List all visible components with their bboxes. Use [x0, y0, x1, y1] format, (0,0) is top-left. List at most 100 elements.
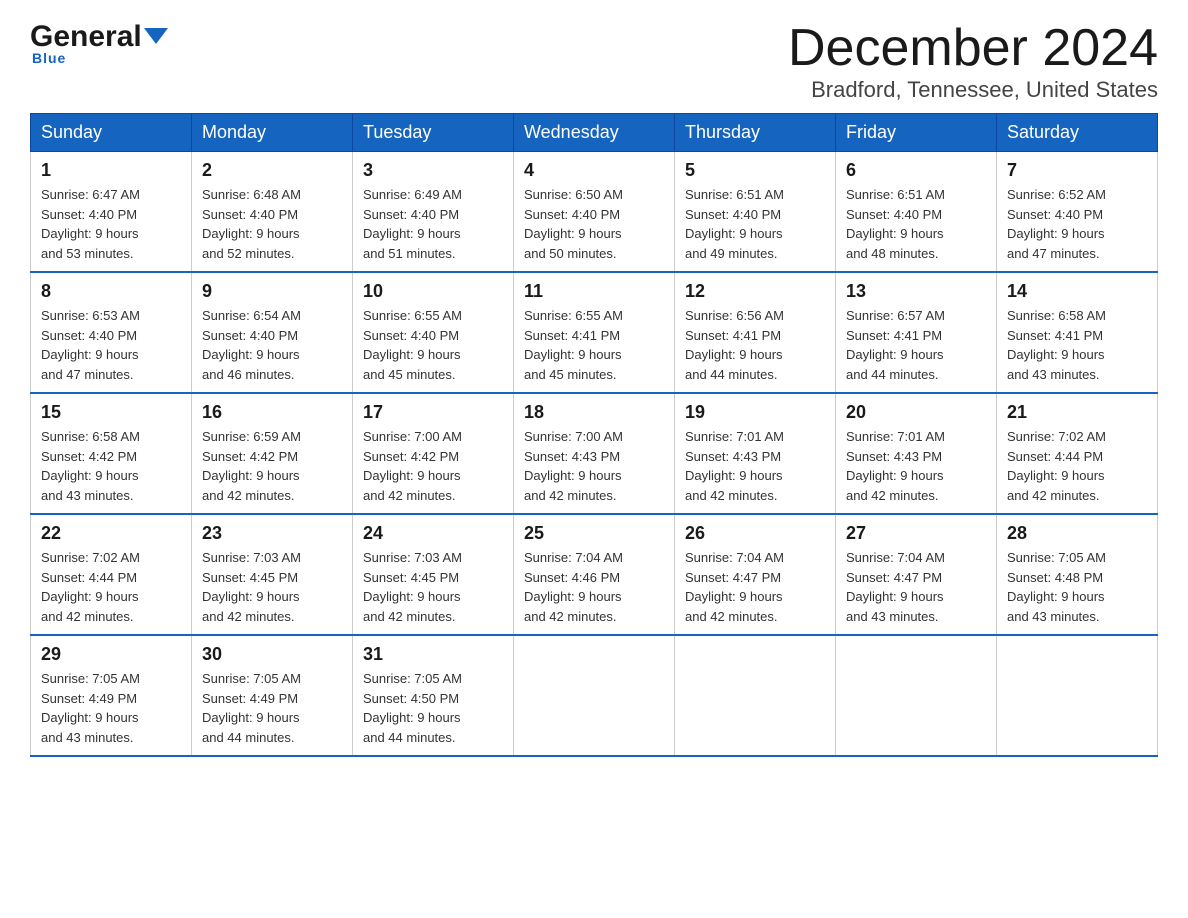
calendar-body: 1 Sunrise: 6:47 AM Sunset: 4:40 PM Dayli… — [31, 152, 1158, 757]
title-block: December 2024 Bradford, Tennessee, Unite… — [788, 20, 1158, 103]
day-info: Sunrise: 7:05 AM Sunset: 4:48 PM Dayligh… — [1007, 548, 1147, 626]
calendar-week-row: 22 Sunrise: 7:02 AM Sunset: 4:44 PM Dayl… — [31, 514, 1158, 635]
day-number: 20 — [846, 402, 986, 423]
calendar-day-cell: 29 Sunrise: 7:05 AM Sunset: 4:49 PM Dayl… — [31, 635, 192, 756]
day-number: 28 — [1007, 523, 1147, 544]
day-number: 26 — [685, 523, 825, 544]
day-number: 24 — [363, 523, 503, 544]
calendar-week-row: 1 Sunrise: 6:47 AM Sunset: 4:40 PM Dayli… — [31, 152, 1158, 273]
calendar-day-cell: 22 Sunrise: 7:02 AM Sunset: 4:44 PM Dayl… — [31, 514, 192, 635]
day-number: 6 — [846, 160, 986, 181]
calendar-day-cell: 24 Sunrise: 7:03 AM Sunset: 4:45 PM Dayl… — [353, 514, 514, 635]
calendar-day-cell: 4 Sunrise: 6:50 AM Sunset: 4:40 PM Dayli… — [514, 152, 675, 273]
day-number: 4 — [524, 160, 664, 181]
calendar-day-cell: 1 Sunrise: 6:47 AM Sunset: 4:40 PM Dayli… — [31, 152, 192, 273]
calendar-day-cell: 18 Sunrise: 7:00 AM Sunset: 4:43 PM Dayl… — [514, 393, 675, 514]
day-number: 14 — [1007, 281, 1147, 302]
day-number: 19 — [685, 402, 825, 423]
day-info: Sunrise: 7:04 AM Sunset: 4:47 PM Dayligh… — [685, 548, 825, 626]
day-info: Sunrise: 7:02 AM Sunset: 4:44 PM Dayligh… — [1007, 427, 1147, 505]
calendar-day-cell: 21 Sunrise: 7:02 AM Sunset: 4:44 PM Dayl… — [997, 393, 1158, 514]
day-number: 23 — [202, 523, 342, 544]
logo: General Blue — [30, 20, 168, 66]
calendar-day-cell: 15 Sunrise: 6:58 AM Sunset: 4:42 PM Dayl… — [31, 393, 192, 514]
calendar-day-cell: 13 Sunrise: 6:57 AM Sunset: 4:41 PM Dayl… — [836, 272, 997, 393]
day-info: Sunrise: 6:51 AM Sunset: 4:40 PM Dayligh… — [685, 185, 825, 263]
weekday-header-row: Sunday Monday Tuesday Wednesday Thursday… — [31, 114, 1158, 152]
day-info: Sunrise: 7:05 AM Sunset: 4:50 PM Dayligh… — [363, 669, 503, 747]
day-info: Sunrise: 6:54 AM Sunset: 4:40 PM Dayligh… — [202, 306, 342, 384]
day-number: 1 — [41, 160, 181, 181]
day-info: Sunrise: 6:53 AM Sunset: 4:40 PM Dayligh… — [41, 306, 181, 384]
calendar-day-cell: 14 Sunrise: 6:58 AM Sunset: 4:41 PM Dayl… — [997, 272, 1158, 393]
location-title: Bradford, Tennessee, United States — [788, 77, 1158, 103]
day-number: 3 — [363, 160, 503, 181]
page-header: General Blue December 2024 Bradford, Ten… — [30, 20, 1158, 103]
day-number: 27 — [846, 523, 986, 544]
day-number: 9 — [202, 281, 342, 302]
calendar-day-cell: 12 Sunrise: 6:56 AM Sunset: 4:41 PM Dayl… — [675, 272, 836, 393]
day-info: Sunrise: 7:05 AM Sunset: 4:49 PM Dayligh… — [202, 669, 342, 747]
day-info: Sunrise: 6:52 AM Sunset: 4:40 PM Dayligh… — [1007, 185, 1147, 263]
day-info: Sunrise: 7:03 AM Sunset: 4:45 PM Dayligh… — [363, 548, 503, 626]
day-info: Sunrise: 6:57 AM Sunset: 4:41 PM Dayligh… — [846, 306, 986, 384]
calendar-day-cell: 25 Sunrise: 7:04 AM Sunset: 4:46 PM Dayl… — [514, 514, 675, 635]
calendar-day-cell: 8 Sunrise: 6:53 AM Sunset: 4:40 PM Dayli… — [31, 272, 192, 393]
calendar-week-row: 29 Sunrise: 7:05 AM Sunset: 4:49 PM Dayl… — [31, 635, 1158, 756]
day-number: 18 — [524, 402, 664, 423]
calendar-day-cell: 11 Sunrise: 6:55 AM Sunset: 4:41 PM Dayl… — [514, 272, 675, 393]
calendar-day-cell: 19 Sunrise: 7:01 AM Sunset: 4:43 PM Dayl… — [675, 393, 836, 514]
day-number: 31 — [363, 644, 503, 665]
calendar-day-cell: 6 Sunrise: 6:51 AM Sunset: 4:40 PM Dayli… — [836, 152, 997, 273]
day-number: 30 — [202, 644, 342, 665]
day-info: Sunrise: 6:48 AM Sunset: 4:40 PM Dayligh… — [202, 185, 342, 263]
calendar-day-cell: 9 Sunrise: 6:54 AM Sunset: 4:40 PM Dayli… — [192, 272, 353, 393]
day-info: Sunrise: 7:04 AM Sunset: 4:46 PM Dayligh… — [524, 548, 664, 626]
day-info: Sunrise: 6:56 AM Sunset: 4:41 PM Dayligh… — [685, 306, 825, 384]
day-number: 16 — [202, 402, 342, 423]
logo-arrow-icon — [144, 28, 168, 44]
day-info: Sunrise: 6:55 AM Sunset: 4:40 PM Dayligh… — [363, 306, 503, 384]
calendar-day-cell: 17 Sunrise: 7:00 AM Sunset: 4:42 PM Dayl… — [353, 393, 514, 514]
calendar-day-cell: 5 Sunrise: 6:51 AM Sunset: 4:40 PM Dayli… — [675, 152, 836, 273]
calendar-week-row: 8 Sunrise: 6:53 AM Sunset: 4:40 PM Dayli… — [31, 272, 1158, 393]
day-number: 17 — [363, 402, 503, 423]
calendar-day-cell: 16 Sunrise: 6:59 AM Sunset: 4:42 PM Dayl… — [192, 393, 353, 514]
calendar-day-cell: 2 Sunrise: 6:48 AM Sunset: 4:40 PM Dayli… — [192, 152, 353, 273]
day-info: Sunrise: 7:01 AM Sunset: 4:43 PM Dayligh… — [846, 427, 986, 505]
calendar-day-cell: 23 Sunrise: 7:03 AM Sunset: 4:45 PM Dayl… — [192, 514, 353, 635]
calendar-day-cell: 26 Sunrise: 7:04 AM Sunset: 4:47 PM Dayl… — [675, 514, 836, 635]
calendar-day-cell — [836, 635, 997, 756]
day-number: 11 — [524, 281, 664, 302]
day-number: 22 — [41, 523, 181, 544]
day-info: Sunrise: 6:59 AM Sunset: 4:42 PM Dayligh… — [202, 427, 342, 505]
day-number: 8 — [41, 281, 181, 302]
day-info: Sunrise: 6:51 AM Sunset: 4:40 PM Dayligh… — [846, 185, 986, 263]
day-info: Sunrise: 7:04 AM Sunset: 4:47 PM Dayligh… — [846, 548, 986, 626]
day-info: Sunrise: 7:05 AM Sunset: 4:49 PM Dayligh… — [41, 669, 181, 747]
day-info: Sunrise: 7:00 AM Sunset: 4:42 PM Dayligh… — [363, 427, 503, 505]
calendar-day-cell: 31 Sunrise: 7:05 AM Sunset: 4:50 PM Dayl… — [353, 635, 514, 756]
day-number: 12 — [685, 281, 825, 302]
day-number: 5 — [685, 160, 825, 181]
calendar-day-cell — [675, 635, 836, 756]
day-info: Sunrise: 6:58 AM Sunset: 4:41 PM Dayligh… — [1007, 306, 1147, 384]
calendar-day-cell: 28 Sunrise: 7:05 AM Sunset: 4:48 PM Dayl… — [997, 514, 1158, 635]
calendar-day-cell: 30 Sunrise: 7:05 AM Sunset: 4:49 PM Dayl… — [192, 635, 353, 756]
day-number: 2 — [202, 160, 342, 181]
day-number: 7 — [1007, 160, 1147, 181]
day-number: 25 — [524, 523, 664, 544]
day-info: Sunrise: 6:49 AM Sunset: 4:40 PM Dayligh… — [363, 185, 503, 263]
header-tuesday: Tuesday — [353, 114, 514, 152]
day-info: Sunrise: 6:58 AM Sunset: 4:42 PM Dayligh… — [41, 427, 181, 505]
day-number: 10 — [363, 281, 503, 302]
header-monday: Monday — [192, 114, 353, 152]
calendar-day-cell: 27 Sunrise: 7:04 AM Sunset: 4:47 PM Dayl… — [836, 514, 997, 635]
calendar-day-cell: 7 Sunrise: 6:52 AM Sunset: 4:40 PM Dayli… — [997, 152, 1158, 273]
day-info: Sunrise: 6:55 AM Sunset: 4:41 PM Dayligh… — [524, 306, 664, 384]
calendar-day-cell: 3 Sunrise: 6:49 AM Sunset: 4:40 PM Dayli… — [353, 152, 514, 273]
calendar-header: Sunday Monday Tuesday Wednesday Thursday… — [31, 114, 1158, 152]
header-wednesday: Wednesday — [514, 114, 675, 152]
logo-blue-text: Blue — [32, 50, 66, 66]
day-number: 29 — [41, 644, 181, 665]
